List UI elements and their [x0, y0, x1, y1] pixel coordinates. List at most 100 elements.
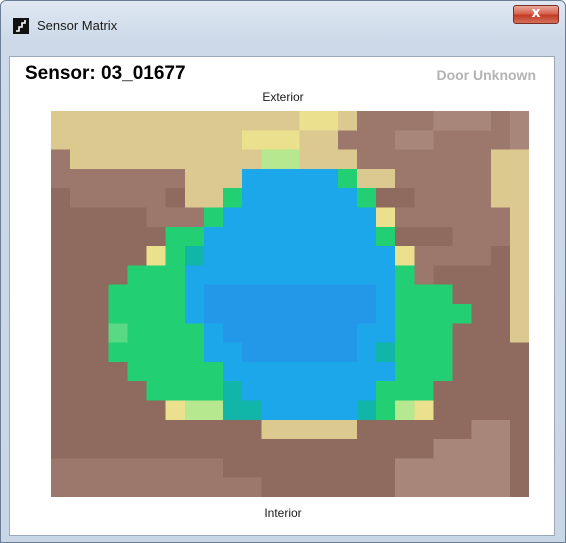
heatmap-cell	[165, 111, 186, 131]
heatmap-cell	[356, 304, 377, 324]
heatmap-cell	[89, 439, 109, 459]
heatmap-cell	[89, 381, 109, 402]
heatmap-cell	[127, 323, 148, 344]
heatmap-cell	[223, 342, 243, 363]
heatmap-cell	[70, 419, 90, 440]
heatmap-cell	[471, 400, 492, 421]
heatmap-cell	[203, 111, 224, 131]
heatmap-cell	[490, 149, 511, 170]
heatmap-cell	[203, 188, 224, 209]
heatmap-cell	[395, 284, 415, 305]
close-button[interactable]: x	[513, 5, 559, 24]
heatmap-cell	[395, 168, 415, 189]
heatmap-cell	[509, 284, 529, 305]
heatmap-cell	[242, 265, 262, 286]
heatmap-cell	[89, 458, 109, 479]
heatmap-cell	[242, 149, 262, 170]
heatmap-cell	[318, 130, 339, 151]
heatmap-cell	[395, 400, 415, 421]
heatmap-cell	[299, 458, 320, 479]
heatmap-cell	[223, 265, 243, 286]
heatmap-cell	[146, 207, 167, 228]
heatmap-cell	[184, 226, 205, 247]
heatmap-cell	[223, 168, 243, 189]
heatmap-cell	[395, 207, 415, 228]
heatmap-cell	[51, 168, 71, 189]
heatmap-cell	[127, 439, 148, 459]
heatmap-cell	[261, 477, 282, 497]
heatmap-cell	[146, 342, 167, 363]
heatmap-cell	[51, 381, 71, 402]
heatmap-cell	[433, 361, 454, 382]
heatmap-cell	[395, 149, 415, 170]
heatmap-cell	[108, 304, 129, 324]
heatmap-cell	[452, 419, 473, 440]
heatmap-cell	[165, 168, 186, 189]
heatmap-cell	[337, 130, 358, 151]
heatmap-cell	[108, 284, 129, 305]
heatmap-cell	[146, 149, 167, 170]
heatmap-cell	[108, 168, 129, 189]
heatmap-cell	[89, 400, 109, 421]
heatmap-cell	[452, 226, 473, 247]
heatmap-cell	[261, 207, 282, 228]
heatmap-cell	[414, 342, 434, 363]
heatmap-cell	[490, 246, 511, 266]
heatmap-cell	[395, 419, 415, 440]
heatmap-cell	[280, 400, 301, 421]
heatmap-cell	[127, 246, 148, 266]
heatmap-cell	[433, 188, 454, 209]
heatmap-cell	[509, 477, 529, 497]
heatmap-cell	[70, 149, 90, 170]
heatmap-cell	[414, 207, 434, 228]
heatmap-cell	[509, 458, 529, 479]
heatmap-cell	[337, 304, 358, 324]
heatmap-cell	[223, 207, 243, 228]
heatmap-cell	[395, 111, 415, 131]
heatmap-cell	[280, 246, 301, 266]
heatmap-cell	[471, 168, 492, 189]
heatmap-cell	[280, 419, 301, 440]
heatmap-cell	[89, 226, 109, 247]
heatmap-cell	[280, 323, 301, 344]
heatmap-cell	[89, 265, 109, 286]
heatmap-cell	[490, 284, 511, 305]
heatmap-cell	[299, 439, 320, 459]
heatmap-cell	[356, 381, 377, 402]
heatmap-cell	[184, 207, 205, 228]
heatmap-cell	[471, 381, 492, 402]
heatmap-cell	[108, 149, 129, 170]
heatmap-cell	[184, 130, 205, 151]
heatmap-cell	[89, 149, 109, 170]
heatmap-cell	[356, 149, 377, 170]
heatmap-cell	[318, 188, 339, 209]
heatmap-cell	[70, 284, 90, 305]
heatmap-cell	[433, 265, 454, 286]
heatmap-cell	[184, 265, 205, 286]
heatmap-cell	[165, 265, 186, 286]
heatmap-cell	[261, 304, 282, 324]
heatmap-cell	[471, 265, 492, 286]
heatmap-cell	[490, 361, 511, 382]
heatmap-cell	[376, 400, 396, 421]
heatmap-cell	[146, 477, 167, 497]
heatmap-cell	[318, 458, 339, 479]
heatmap-cell	[280, 304, 301, 324]
heatmap-cell	[395, 458, 415, 479]
heatmap-cell	[203, 168, 224, 189]
heatmap-cell	[165, 439, 186, 459]
heatmap-cell	[452, 381, 473, 402]
heatmap-cell	[490, 226, 511, 247]
heatmap-cell	[146, 361, 167, 382]
heatmap-cell	[261, 419, 282, 440]
heatmap-cell	[242, 419, 262, 440]
title-bar[interactable]: Sensor Matrix x	[1, 1, 565, 41]
heatmap-cell	[261, 168, 282, 189]
heatmap-cell	[337, 246, 358, 266]
heatmap-cell	[108, 439, 129, 459]
heatmap-cell	[165, 304, 186, 324]
heatmap-cell	[452, 342, 473, 363]
heatmap-cell	[490, 111, 511, 131]
heatmap-cell	[127, 207, 148, 228]
heatmap-cell	[356, 284, 377, 305]
